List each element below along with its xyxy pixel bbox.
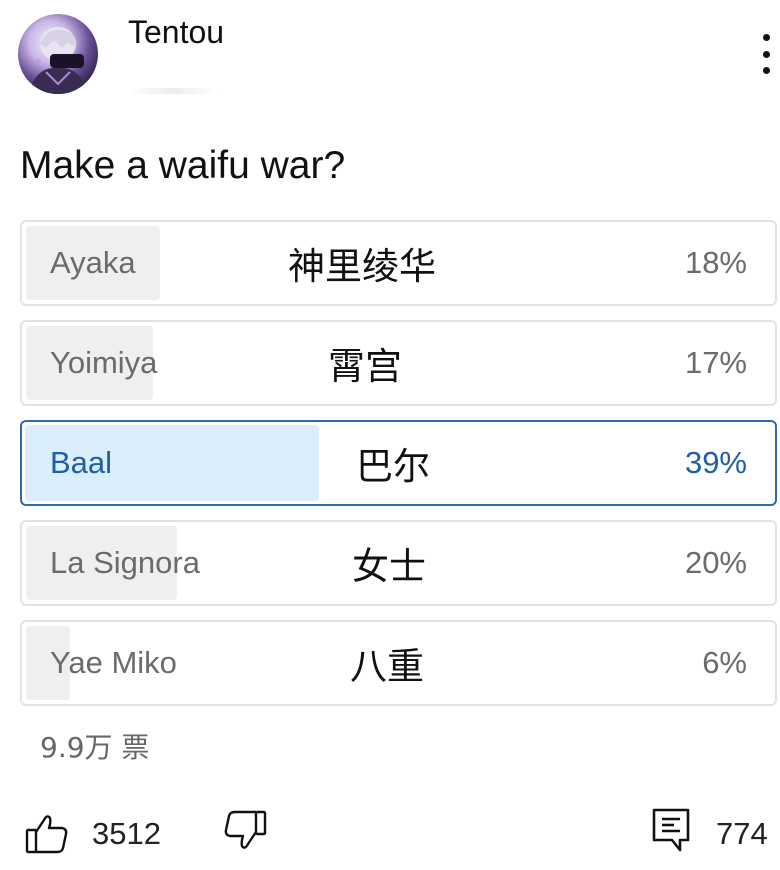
dot: [762, 34, 770, 41]
poll-post: Tentou Make a waifu war? Ayaka 神里绫华 18% …: [0, 0, 780, 870]
poll-option-baal[interactable]: Baal 巴尔 39%: [20, 420, 777, 506]
dot: [762, 50, 770, 58]
poll-question: Make a waifu war?: [20, 144, 346, 187]
post-meta-placeholder: [128, 88, 218, 94]
poll-option-yoimiya[interactable]: Yoimiya 霄宫 17%: [20, 320, 777, 406]
poll-option-cn-name: 霄宫: [328, 345, 402, 388]
poll-options: Ayaka 神里绫华 18% Yoimiya 霄宫 17% Baal 巴尔 39…: [20, 220, 778, 720]
poll-option-label: Yae Miko: [50, 645, 177, 680]
more-vertical-icon[interactable]: [756, 34, 776, 74]
poll-option-cn-name: 神里绫华: [288, 245, 436, 288]
like-count: 3512: [92, 816, 161, 851]
dot: [762, 67, 770, 74]
vote-count: 9.9万 票: [40, 731, 150, 764]
poll-option-percent: 39%: [684, 445, 747, 480]
anime-avatar-icon[interactable]: [18, 14, 98, 94]
poll-option-percent: 18%: [684, 245, 747, 280]
thumbs-down-icon[interactable]: [222, 808, 268, 854]
thumbs-up-icon[interactable]: [24, 810, 70, 856]
poll-option-label: Baal: [50, 445, 113, 480]
poll-option-cn-name: 巴尔: [356, 445, 430, 488]
poll-option-label: Ayaka: [50, 245, 136, 280]
poll-option-cn-name: 八重: [350, 645, 424, 688]
author-name[interactable]: Tentou: [128, 14, 224, 51]
poll-option-percent: 17%: [684, 345, 747, 380]
poll-option-cn-name: 女士: [352, 545, 426, 588]
comment-icon[interactable]: [650, 806, 692, 854]
poll-option-la-signora[interactable]: La Signora 女士 20%: [20, 520, 777, 606]
poll-option-percent: 6%: [702, 645, 747, 680]
poll-option-label: Yoimiya: [50, 345, 158, 380]
poll-option-label: La Signora: [50, 545, 200, 580]
action-bar: 3512 774: [0, 800, 780, 870]
comment-count: 774: [716, 816, 768, 851]
poll-option-ayaka[interactable]: Ayaka 神里绫华 18%: [20, 220, 777, 306]
poll-option-percent: 20%: [684, 545, 747, 580]
poll-option-yae-miko[interactable]: Yae Miko 八重 6%: [20, 620, 777, 706]
